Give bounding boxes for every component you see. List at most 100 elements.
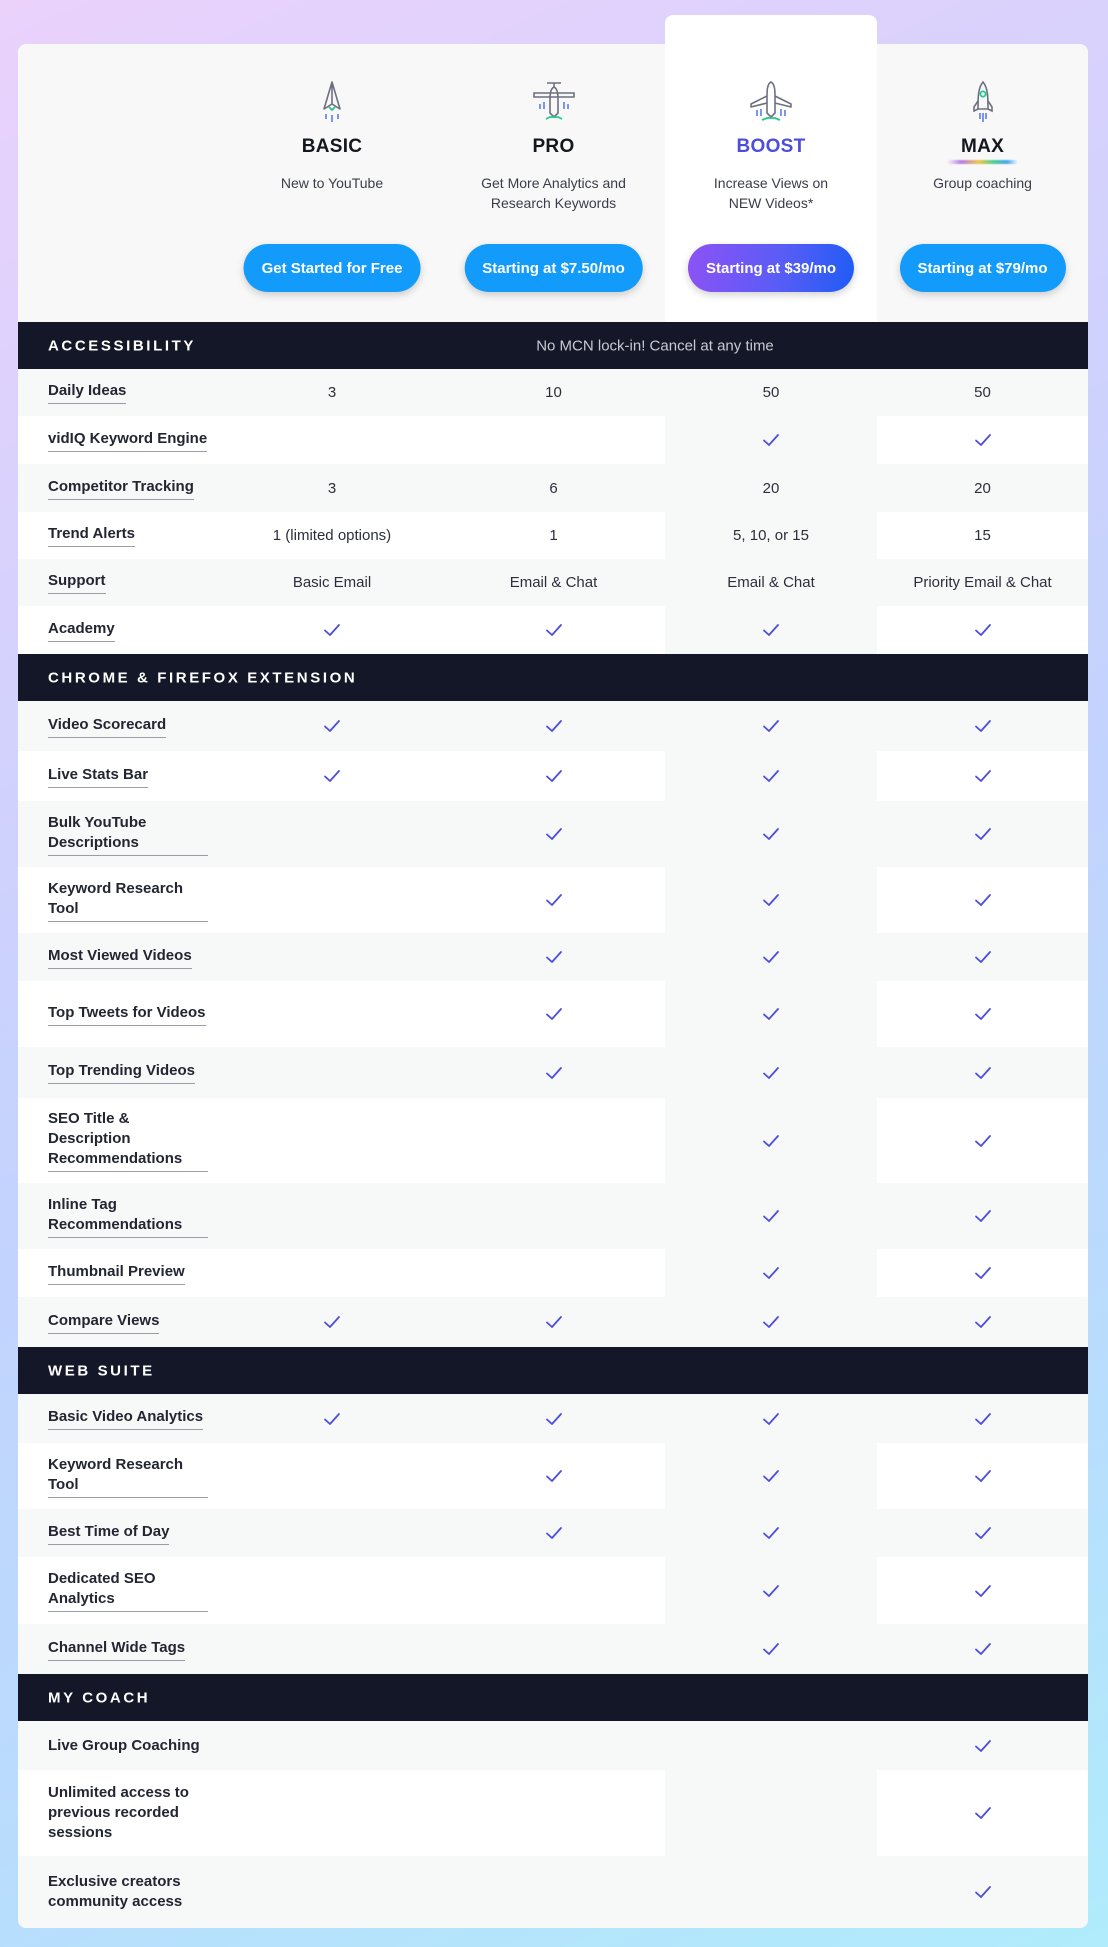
feature-label-cell: vidIQ Keyword Engine	[18, 416, 222, 464]
feature-value-cell: 5, 10, or 15	[665, 512, 877, 559]
feature-value-cell	[877, 1624, 1088, 1674]
section-note: No MCN lock-in! Cancel at any time	[536, 337, 774, 354]
feature-label-cell: Most Viewed Videos	[18, 933, 222, 981]
feature-value-cell	[442, 801, 665, 867]
feature-label[interactable]: Inline Tag Recommendations	[48, 1195, 208, 1238]
check-icon	[974, 1527, 991, 1539]
feature-value-cell	[665, 1557, 877, 1624]
check-icon	[974, 1210, 991, 1222]
check-icon	[545, 828, 562, 840]
feature-value-cell: 1 (limited options)	[222, 512, 442, 559]
max-plan-button[interactable]: Starting at $79/mo	[899, 244, 1066, 292]
feature-row: Live Stats Bar	[18, 751, 1088, 801]
feature-value-cell	[442, 1183, 665, 1249]
feature-value-cell	[877, 416, 1088, 464]
feature-label-cell: Top Tweets for Videos	[18, 981, 222, 1047]
feature-value: 20	[762, 479, 780, 497]
feature-value-cell	[442, 1249, 665, 1297]
feature-label[interactable]: Trend Alerts	[48, 524, 135, 547]
feature-label[interactable]: Live Stats Bar	[48, 765, 149, 788]
check-icon	[545, 1316, 562, 1328]
feature-value-cell	[222, 1443, 442, 1509]
feature-label[interactable]: SEO Title & Description Recommendations	[48, 1109, 208, 1172]
feature-value-cell	[877, 1047, 1088, 1098]
section-header: MY COACH	[18, 1674, 1088, 1721]
feature-label[interactable]: Dedicated SEO Analytics	[48, 1569, 208, 1612]
pro-plan-button[interactable]: Starting at $7.50/mo	[464, 244, 643, 292]
feature-label[interactable]: Top Trending Videos	[48, 1061, 195, 1084]
feature-value-cell	[665, 1624, 877, 1674]
section-header: CHROME & FIREFOX EXTENSION	[18, 654, 1088, 701]
feature-label[interactable]: Keyword Research Tool	[48, 879, 208, 922]
feature-value-cell: Priority Email & Chat	[877, 559, 1088, 606]
boost-plan-button[interactable]: Starting at $39/mo	[687, 244, 855, 292]
feature-label[interactable]: Academy	[48, 619, 115, 642]
feature-label[interactable]: Best Time of Day	[48, 1522, 170, 1545]
feature-value-cell	[222, 801, 442, 867]
feature-label: Unlimited access to previous recorded se…	[48, 1784, 189, 1841]
rocket-icon	[972, 80, 993, 122]
feature-row: Compare Views	[18, 1297, 1088, 1347]
check-icon	[763, 720, 779, 732]
feature-value-cell	[442, 1443, 665, 1509]
feature-label: Live Group Coaching	[48, 1736, 200, 1754]
check-icon	[974, 1886, 991, 1898]
feature-value-cell: 20	[877, 464, 1088, 512]
feature-value-cell	[665, 1856, 877, 1928]
check-icon	[763, 1008, 779, 1020]
feature-value-cell: 15	[877, 512, 1088, 559]
feature-value-cell	[665, 867, 877, 933]
feature-label[interactable]: Most Viewed Videos	[48, 946, 192, 969]
check-icon	[974, 1316, 991, 1328]
feature-label[interactable]: vidIQ Keyword Engine	[48, 429, 208, 452]
feature-row: Competitor Tracking 3 6 20 20	[18, 464, 1088, 512]
plan-header-boost: BOOST Increase Views on NEW Videos* Star…	[665, 44, 877, 322]
feature-label[interactable]: Competitor Tracking	[48, 477, 194, 500]
feature-value-cell	[222, 1098, 442, 1183]
feature-value-cell	[222, 1047, 442, 1098]
feature-value-cell	[442, 867, 665, 933]
feature-label[interactable]: Top Tweets for Videos	[48, 1003, 206, 1026]
check-icon	[763, 624, 779, 636]
feature-label-cell: Support	[18, 559, 222, 606]
get-started-free-button[interactable]: Get Started for Free	[243, 244, 421, 292]
pricing-comparison-table: BASIC New to YouTube Get Started for Fre…	[18, 44, 1088, 1928]
feature-value-cell	[665, 416, 877, 464]
feature-value-cell	[877, 1856, 1088, 1928]
check-icon	[974, 1584, 991, 1597]
feature-value: 1 (limited options)	[272, 527, 392, 544]
check-icon	[545, 951, 562, 963]
feature-label[interactable]: Support	[48, 571, 106, 594]
check-icon	[763, 1267, 779, 1279]
feature-label-cell: Bulk YouTube Descriptions	[18, 801, 222, 867]
check-icon	[324, 624, 340, 636]
feature-row: Thumbnail Preview	[18, 1249, 1088, 1297]
feature-label[interactable]: Daily Ideas	[48, 381, 127, 404]
feature-value-cell	[442, 933, 665, 981]
feature-label[interactable]: Compare Views	[48, 1311, 160, 1334]
feature-value: Email & Chat	[509, 574, 598, 591]
feature-label[interactable]: Video Scorecard	[48, 715, 167, 738]
feature-value-cell	[877, 701, 1088, 751]
check-icon	[324, 770, 340, 782]
plan-description: New to YouTube	[280, 175, 384, 191]
feature-value-cell	[222, 1183, 442, 1249]
check-icon	[763, 951, 779, 963]
feature-value-cell	[877, 1721, 1088, 1770]
check-icon	[545, 1527, 562, 1539]
plan-name: MAX	[877, 136, 1088, 164]
check-icon	[545, 1470, 562, 1482]
check-icon	[763, 770, 779, 782]
feature-value-cell	[877, 867, 1088, 933]
feature-value-cell	[665, 701, 877, 751]
feature-value-cell	[665, 1047, 877, 1098]
feature-row: SEO Title & Description Recommendations	[18, 1098, 1088, 1183]
feature-label[interactable]: Bulk YouTube Descriptions	[48, 813, 208, 856]
check-icon	[974, 894, 991, 906]
feature-value-cell	[877, 751, 1088, 801]
feature-label[interactable]: Keyword Research Tool	[48, 1455, 208, 1498]
feature-label[interactable]: Basic Video Analytics	[48, 1407, 204, 1430]
feature-label[interactable]: Channel Wide Tags	[48, 1638, 186, 1661]
feature-value: 1	[549, 527, 558, 544]
feature-label[interactable]: Thumbnail Preview	[48, 1262, 185, 1285]
